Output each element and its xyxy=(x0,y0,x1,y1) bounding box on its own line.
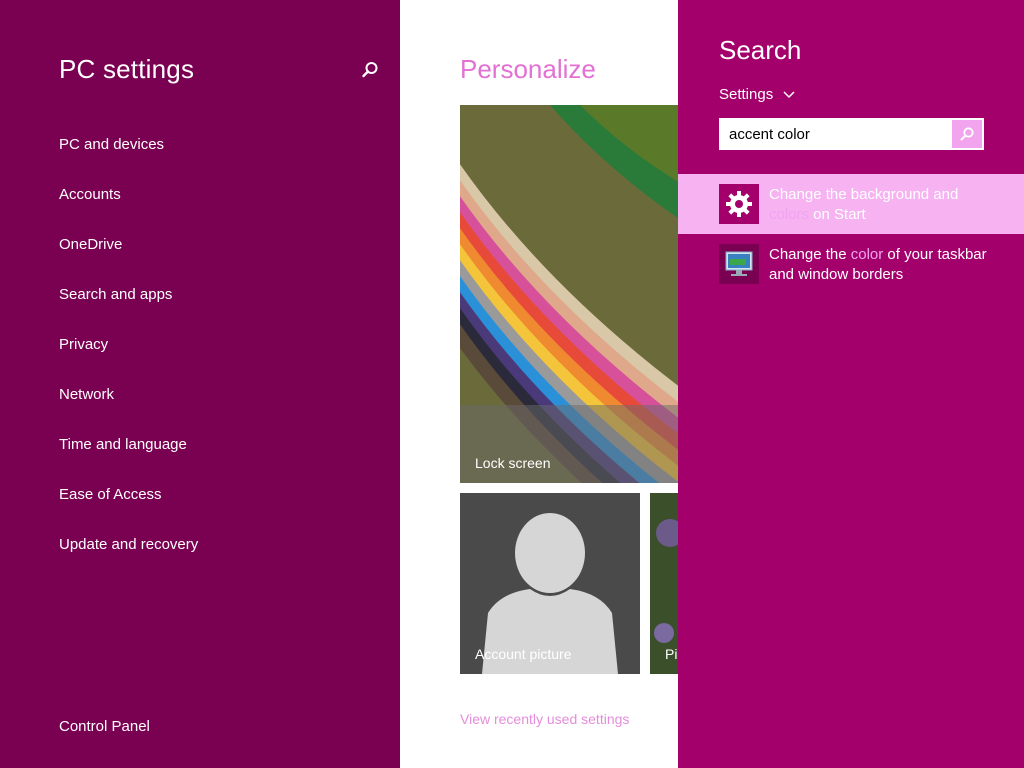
personalize-pane: Personalize Lock screen Account picture … xyxy=(400,0,678,768)
monitor-icon xyxy=(719,244,759,284)
nav-item-time-and-language[interactable]: Time and language xyxy=(59,434,198,484)
lock-screen-tile[interactable]: Lock screen xyxy=(460,105,678,483)
picture-password-tile[interactable]: Pi xyxy=(650,493,678,674)
settings-nav-list: PC and devices Accounts OneDrive Search … xyxy=(59,134,198,584)
search-result-text: Change the background and colors on Star… xyxy=(769,186,959,223)
nav-item-network[interactable]: Network xyxy=(59,384,198,434)
chevron-down-icon xyxy=(783,86,795,103)
nav-item-accounts[interactable]: Accounts xyxy=(59,184,198,234)
search-charm-pane: Search Settings accent color Change the … xyxy=(678,0,1024,768)
search-input[interactable] xyxy=(721,120,952,148)
nav-item-pc-and-devices[interactable]: PC and devices xyxy=(59,134,198,184)
left-nav-pane: PC settings PC and devices Accounts OneD… xyxy=(0,0,400,768)
account-picture-tile[interactable]: Account picture xyxy=(460,493,640,674)
search-result-taskbar-color[interactable]: Change the color of your taskbar and win… xyxy=(678,234,1024,294)
pc-settings-title: PC settings xyxy=(59,54,195,84)
picture-password-label: Pi xyxy=(665,646,678,662)
nav-item-update-and-recovery[interactable]: Update and recovery xyxy=(59,534,198,584)
nav-item-privacy[interactable]: Privacy xyxy=(59,334,198,384)
nav-item-ease-of-access[interactable]: Ease of Access xyxy=(59,484,198,534)
search-icon xyxy=(960,127,974,141)
search-title: Search xyxy=(719,35,802,65)
view-recent-settings-link[interactable]: View recently used settings xyxy=(460,711,629,727)
lock-screen-image xyxy=(460,105,678,483)
search-result-background-colors[interactable]: Change the background and colors on Star… xyxy=(678,174,1024,234)
page-title: Personalize xyxy=(460,54,596,84)
control-panel-link[interactable]: Control Panel xyxy=(59,718,150,735)
search-icon[interactable] xyxy=(360,60,380,80)
gear-icon xyxy=(719,184,759,224)
search-box xyxy=(719,118,984,150)
account-picture-label: Account picture xyxy=(475,646,572,662)
pc-settings-window: PC settings PC and devices Accounts OneD… xyxy=(0,0,1024,768)
search-submit-button[interactable] xyxy=(952,120,982,148)
nav-item-search-and-apps[interactable]: Search and apps xyxy=(59,284,198,334)
lock-screen-label: Lock screen xyxy=(475,455,551,471)
search-result-text: Change the color of your taskbar and win… xyxy=(769,246,987,283)
nav-item-onedrive[interactable]: OneDrive xyxy=(59,234,198,284)
search-scope-label: Settings xyxy=(719,86,774,103)
search-scope-dropdown[interactable]: Settings xyxy=(719,86,795,103)
